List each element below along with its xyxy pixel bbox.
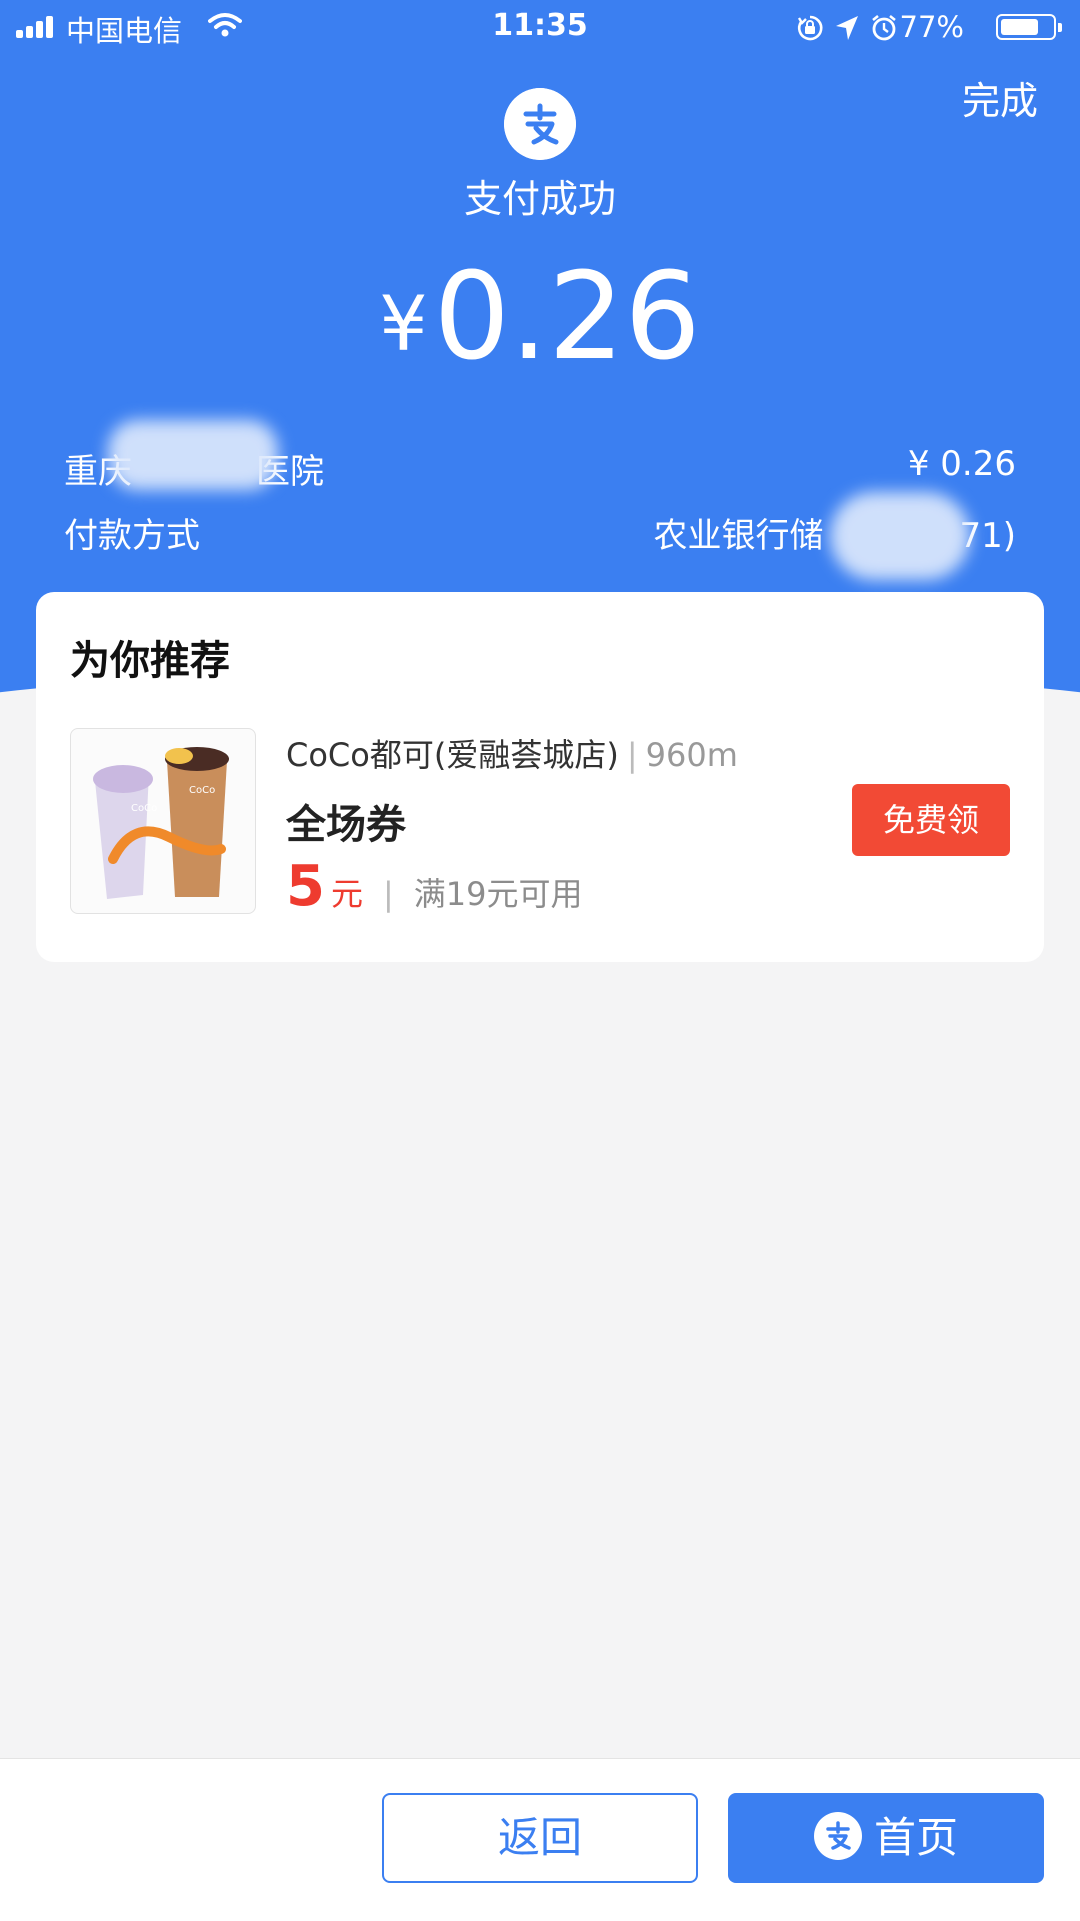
rotation-lock-icon bbox=[797, 15, 823, 41]
shop-separator: | bbox=[626, 736, 638, 774]
battery-level-fill bbox=[1001, 19, 1039, 35]
payment-amount: ¥0.26 bbox=[0, 248, 1080, 387]
home-button-label: 首页 bbox=[873, 1813, 958, 1862]
location-icon bbox=[836, 16, 858, 40]
bottom-bar: 返回 首页 bbox=[0, 1758, 1080, 1921]
alipay-icon bbox=[813, 1812, 862, 1860]
payment-success-title: 支付成功 bbox=[463, 177, 616, 221]
coupon-price-line: 5 元 | 满19元可用 bbox=[286, 854, 583, 919]
currency-symbol: ¥ bbox=[379, 279, 428, 368]
shop-distance: 960m bbox=[645, 736, 738, 774]
coupon-value: 5 bbox=[286, 854, 325, 919]
redaction-blur bbox=[108, 420, 278, 490]
shop-info[interactable]: CoCo都可(爱融荟城店) | 960m bbox=[286, 730, 738, 776]
coupon-unit: 元 bbox=[330, 875, 363, 913]
home-button[interactable]: 首页 bbox=[728, 1793, 1044, 1883]
status-icons: 77% bbox=[796, 8, 1062, 44]
svg-text:CoCo: CoCo bbox=[189, 785, 215, 796]
done-button[interactable]: 完成 bbox=[962, 70, 1038, 125]
recommend-card: 为你推荐 CoCo CoCo CoCo都可(爱融荟城店) | 960m 全场券 5元… bbox=[36, 592, 1044, 962]
payment-method-label: 付款方式 bbox=[64, 516, 200, 556]
coupon-condition: 满19元可用 bbox=[413, 875, 583, 913]
svg-text:CoCo: CoCo bbox=[131, 803, 157, 814]
coupon-name: 全场券 bbox=[286, 802, 406, 848]
coupon-divider: | bbox=[382, 875, 394, 913]
claim-coupon-button[interactable]: 免费领 bbox=[852, 784, 1010, 856]
back-button[interactable]: 返回 bbox=[382, 1793, 698, 1883]
status-bar: 中国电信 11:35 77% bbox=[0, 0, 1080, 52]
alipay-icon bbox=[504, 88, 576, 160]
amount-value: 0.26 bbox=[433, 248, 701, 387]
redaction-blur bbox=[830, 492, 970, 580]
shop-name: CoCo都可(爱融荟城店) bbox=[286, 736, 619, 774]
battery-percent: 77% bbox=[899, 10, 964, 44]
bubble-tea-image[interactable]: CoCo CoCo bbox=[70, 728, 256, 914]
battery-icon bbox=[996, 14, 1062, 40]
recommend-title: 为你推荐 bbox=[70, 638, 230, 684]
payee-amount: ¥ 0.26 bbox=[907, 444, 1016, 484]
alarm-icon bbox=[872, 14, 896, 41]
